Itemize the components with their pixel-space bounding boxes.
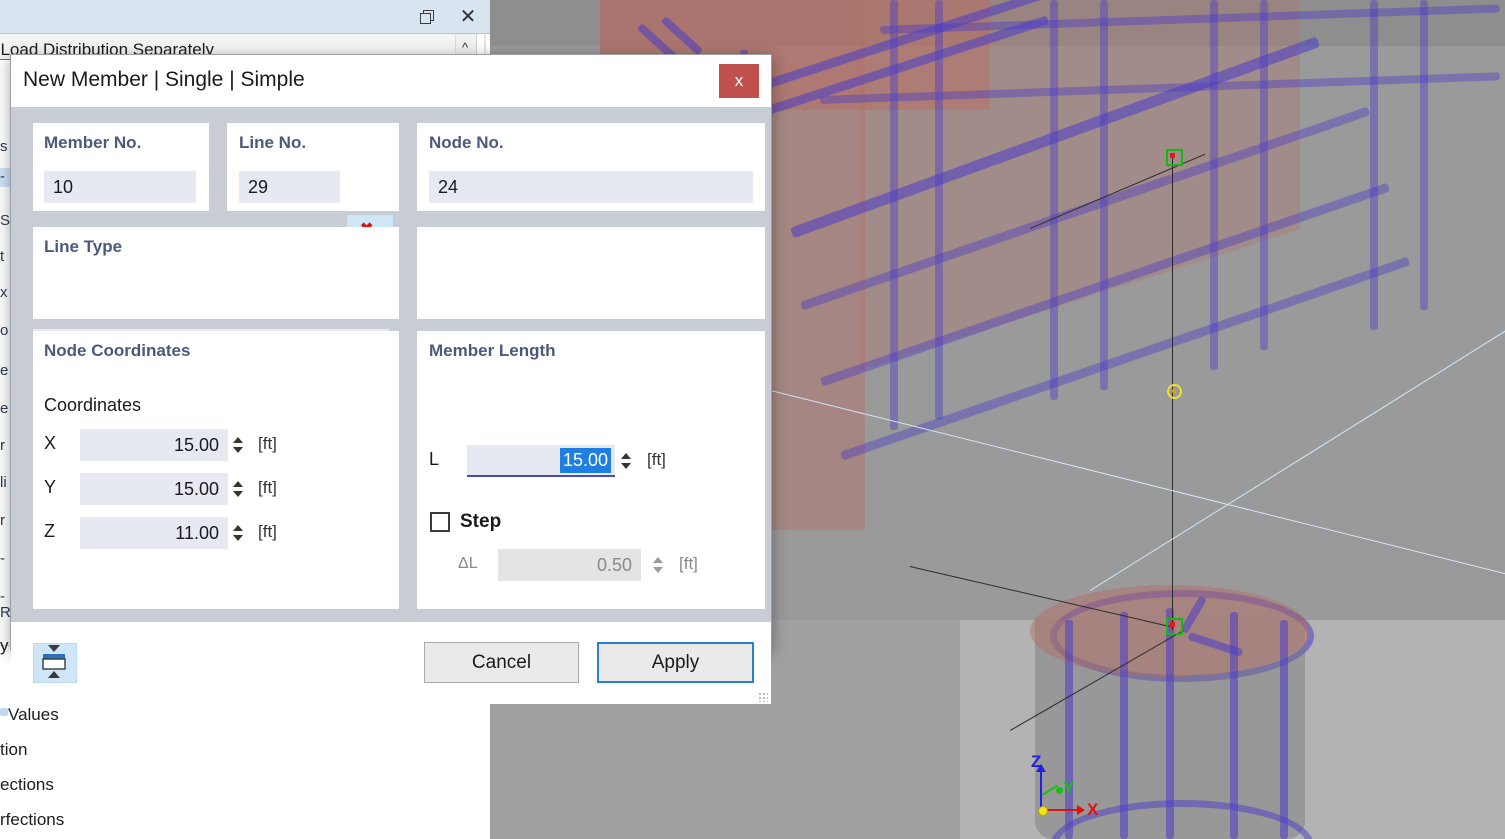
rebar-stirrup [1210,0,1218,370]
new-member-dialog[interactable]: New Member | Single | Simple x Member No… [10,54,772,704]
coord-x-input[interactable]: 15.00 [80,429,228,461]
node-coordinates-panel [33,331,399,609]
coord-z-unit: [ft] [258,522,277,541]
restore-icon[interactable] [406,0,446,33]
node-no-label: Node No. [429,133,504,152]
list-item[interactable]: s [0,138,8,155]
axis-x-arrow [1077,805,1085,815]
axis-x-label: X [1087,800,1099,819]
line-type-label: Line Type [44,237,123,256]
background-fragment-ections[interactable]: ections [0,775,54,795]
resize-grip[interactable] [759,693,768,702]
list-item[interactable]: r [0,512,5,529]
member-length-unit: [ft] [647,450,666,469]
node-no-input[interactable]: 24 [429,171,753,203]
background-fragment-values[interactable]: Values [8,705,59,725]
coord-x-unit: [ft] [258,434,277,453]
axis-z-line [1040,768,1042,810]
coord-z-input[interactable]: 11.00 [80,517,228,549]
axis-triad: Z Y X [1025,752,1105,830]
cancel-button[interactable]: Cancel [424,642,579,683]
length-symbol-label: L [429,449,440,469]
apply-button[interactable]: Apply [597,642,754,683]
axis-y-arrow [1056,787,1063,794]
member-length-value: 15.00 [559,447,611,473]
line-no-label: Line No. [239,133,307,152]
list-item[interactable]: - [0,588,5,605]
axis-y-label: Y [1063,780,1074,797]
member-no-label: Member No. [44,133,142,152]
rebar-stirrup [1050,0,1058,400]
close-button[interactable]: x [719,64,759,98]
background-window-titlebar: ✕ [0,0,490,34]
coord-z-stepper[interactable] [231,518,245,548]
status-dot [0,708,8,716]
list-item[interactable]: e [0,362,8,379]
column-rebar-vertical [1280,620,1288,839]
coord-x-label: X [44,433,57,453]
member-no-input[interactable]: 10 [44,171,196,203]
column-rebar-vertical [1166,608,1174,839]
list-item[interactable]: x [0,284,8,301]
member-length-input[interactable]: 15.00 [467,445,615,477]
delta-l-unit: [ft] [679,554,698,573]
close-icon[interactable]: ✕ [448,0,488,33]
list-item[interactable]: S [0,212,10,229]
dialog-footer: Cancel Apply [11,621,771,704]
list-item[interactable]: t [0,248,4,265]
column-rebar-vertical [1120,612,1128,839]
dialog-title: New Member | Single | Simple [23,68,305,91]
collapse-dialog-icon[interactable] [33,643,77,683]
rebar-stirrup [1260,0,1268,350]
collapse-glyph [42,645,66,678]
rebar-stirrup [1370,0,1378,330]
coordinates-subheading: Coordinates [44,395,142,415]
coord-y-unit: [ft] [258,478,277,497]
coord-y-input[interactable]: 15.00 [80,473,228,505]
list-item[interactable]: e [0,400,8,417]
list-item[interactable]: r [0,437,5,454]
line-no-input[interactable]: 29 [239,171,340,203]
member-length-label: Member Length [429,341,556,360]
list-item[interactable]: li [0,474,7,491]
empty-panel [417,227,765,319]
delta-l-input: 0.50 [498,549,641,581]
axis-z-label: Z [1031,752,1042,771]
dialog-titlebar: New Member | Single | Simple x [11,55,771,107]
list-item[interactable]: - [0,168,5,185]
rebar-stirrup [935,0,943,420]
snap-marker-node-top[interactable] [1166,149,1183,166]
delta-l-stepper [651,550,665,580]
rebar-stirrup [1420,0,1428,310]
list-item[interactable]: - [0,550,5,567]
coord-y-label: Y [44,477,57,497]
delta-l-label: ΔL [458,555,478,572]
snap-marker-midpoint[interactable] [1167,384,1182,399]
step-label: Step [460,511,502,532]
node-coordinates-label: Node Coordinates [44,341,191,360]
snap-marker-node-bottom[interactable] [1166,618,1183,635]
list-item[interactable]: o [0,322,8,339]
background-fragment-tion[interactable]: tion [0,740,27,760]
chevron-up-icon: ^ [462,40,469,55]
rebar-stirrup [890,0,898,430]
member-length-stepper[interactable] [619,446,633,476]
axis-origin-marker [1038,806,1048,816]
step-checkbox[interactable] [430,512,450,532]
coord-x-stepper[interactable] [231,430,245,460]
coord-z-label: Z [44,521,55,541]
background-fragment-rfections[interactable]: rfections [0,810,64,830]
coord-y-stepper[interactable] [231,474,245,504]
